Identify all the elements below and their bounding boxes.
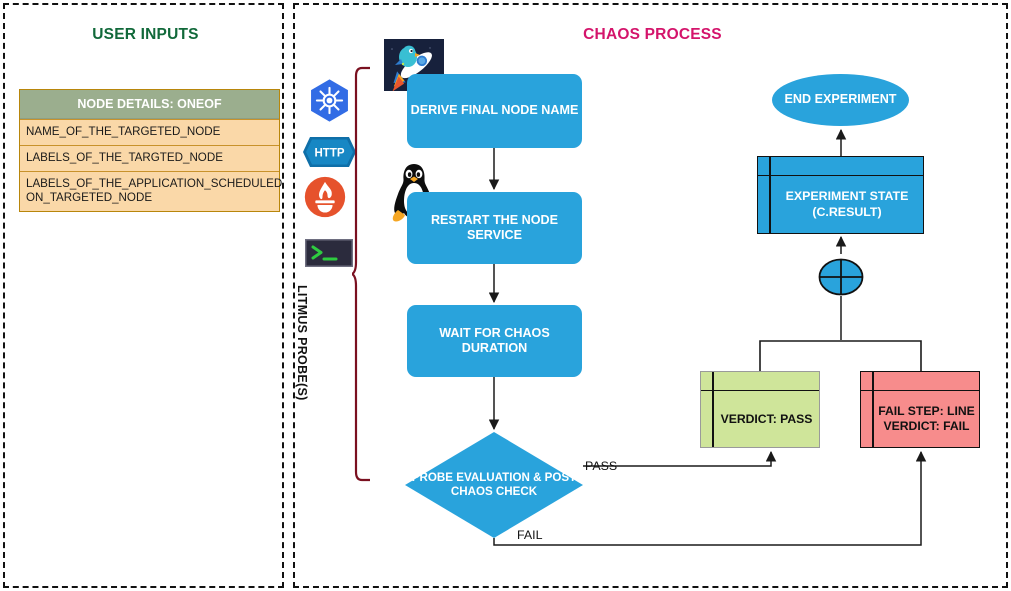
litmus-probe-label: LITMUS PROBE(S): [295, 285, 309, 401]
edge-label-fail: FAIL: [517, 528, 543, 542]
node-probe-evaluation-label: PROBE EVALUATION & POST CHAOS CHECK: [411, 470, 577, 498]
node-verdict-fail[interactable]: FAIL STEP: LINE VERDICT: FAIL: [860, 371, 980, 448]
edge-label-pass: PASS: [585, 459, 618, 473]
verdict-pass-label: VERDICT: PASS: [720, 411, 813, 426]
kubernetes-probe-icon: [307, 78, 352, 123]
cmd-probe-icon: [305, 239, 353, 267]
user-inputs-title: USER INPUTS: [92, 26, 199, 43]
experiment-state-label: EXPERIMENT STATE (C.RESULT): [785, 189, 909, 219]
node-end-experiment[interactable]: END EXPERIMENT: [772, 74, 909, 126]
verdict-pass-titlebar: [701, 372, 819, 391]
svg-text:HTTP: HTTP: [314, 148, 344, 160]
litmus-probe-brace: [352, 66, 370, 482]
user-inputs-panel: USER INPUTS NODE DETAILS: ONEOF NAME_OF_…: [3, 3, 284, 588]
node-probe-evaluation-decision[interactable]: PROBE EVALUATION & POST CHAOS CHECK: [405, 432, 583, 538]
table-row: LABELS_OF_THE_TARGTED_NODE: [20, 144, 279, 171]
verdict-fail-titlebar: [861, 372, 979, 391]
merge-junction-node[interactable]: [818, 258, 864, 296]
node-derive-final-node-name[interactable]: DERIVE FINAL NODE NAME: [407, 74, 582, 148]
node-experiment-state[interactable]: EXPERIMENT STATE (C.RESULT): [757, 156, 924, 234]
node-wait-for-chaos-duration[interactable]: WAIT FOR CHAOS DURATION: [407, 305, 582, 377]
node-details-table: NODE DETAILS: ONEOF NAME_OF_THE_TARGETED…: [19, 89, 282, 213]
verdict-fail-label: FAIL STEP: LINE VERDICT: FAIL: [878, 404, 975, 433]
experiment-state-titlebar: [758, 157, 923, 176]
node-verdict-pass[interactable]: VERDICT: PASS: [700, 371, 820, 448]
prometheus-probe-icon: [304, 176, 346, 218]
http-probe-icon: HTTP: [302, 136, 357, 168]
node-details-table-header: NODE DETAILS: ONEOF: [20, 90, 279, 119]
node-restart-node-service[interactable]: RESTART THE NODE SERVICE: [407, 192, 582, 264]
table-row: LABELS_OF_THE_APPLICATION_SCHEDULED ON_T…: [20, 170, 282, 212]
table-row: NAME_OF_THE_TARGETED_NODE: [20, 119, 279, 145]
